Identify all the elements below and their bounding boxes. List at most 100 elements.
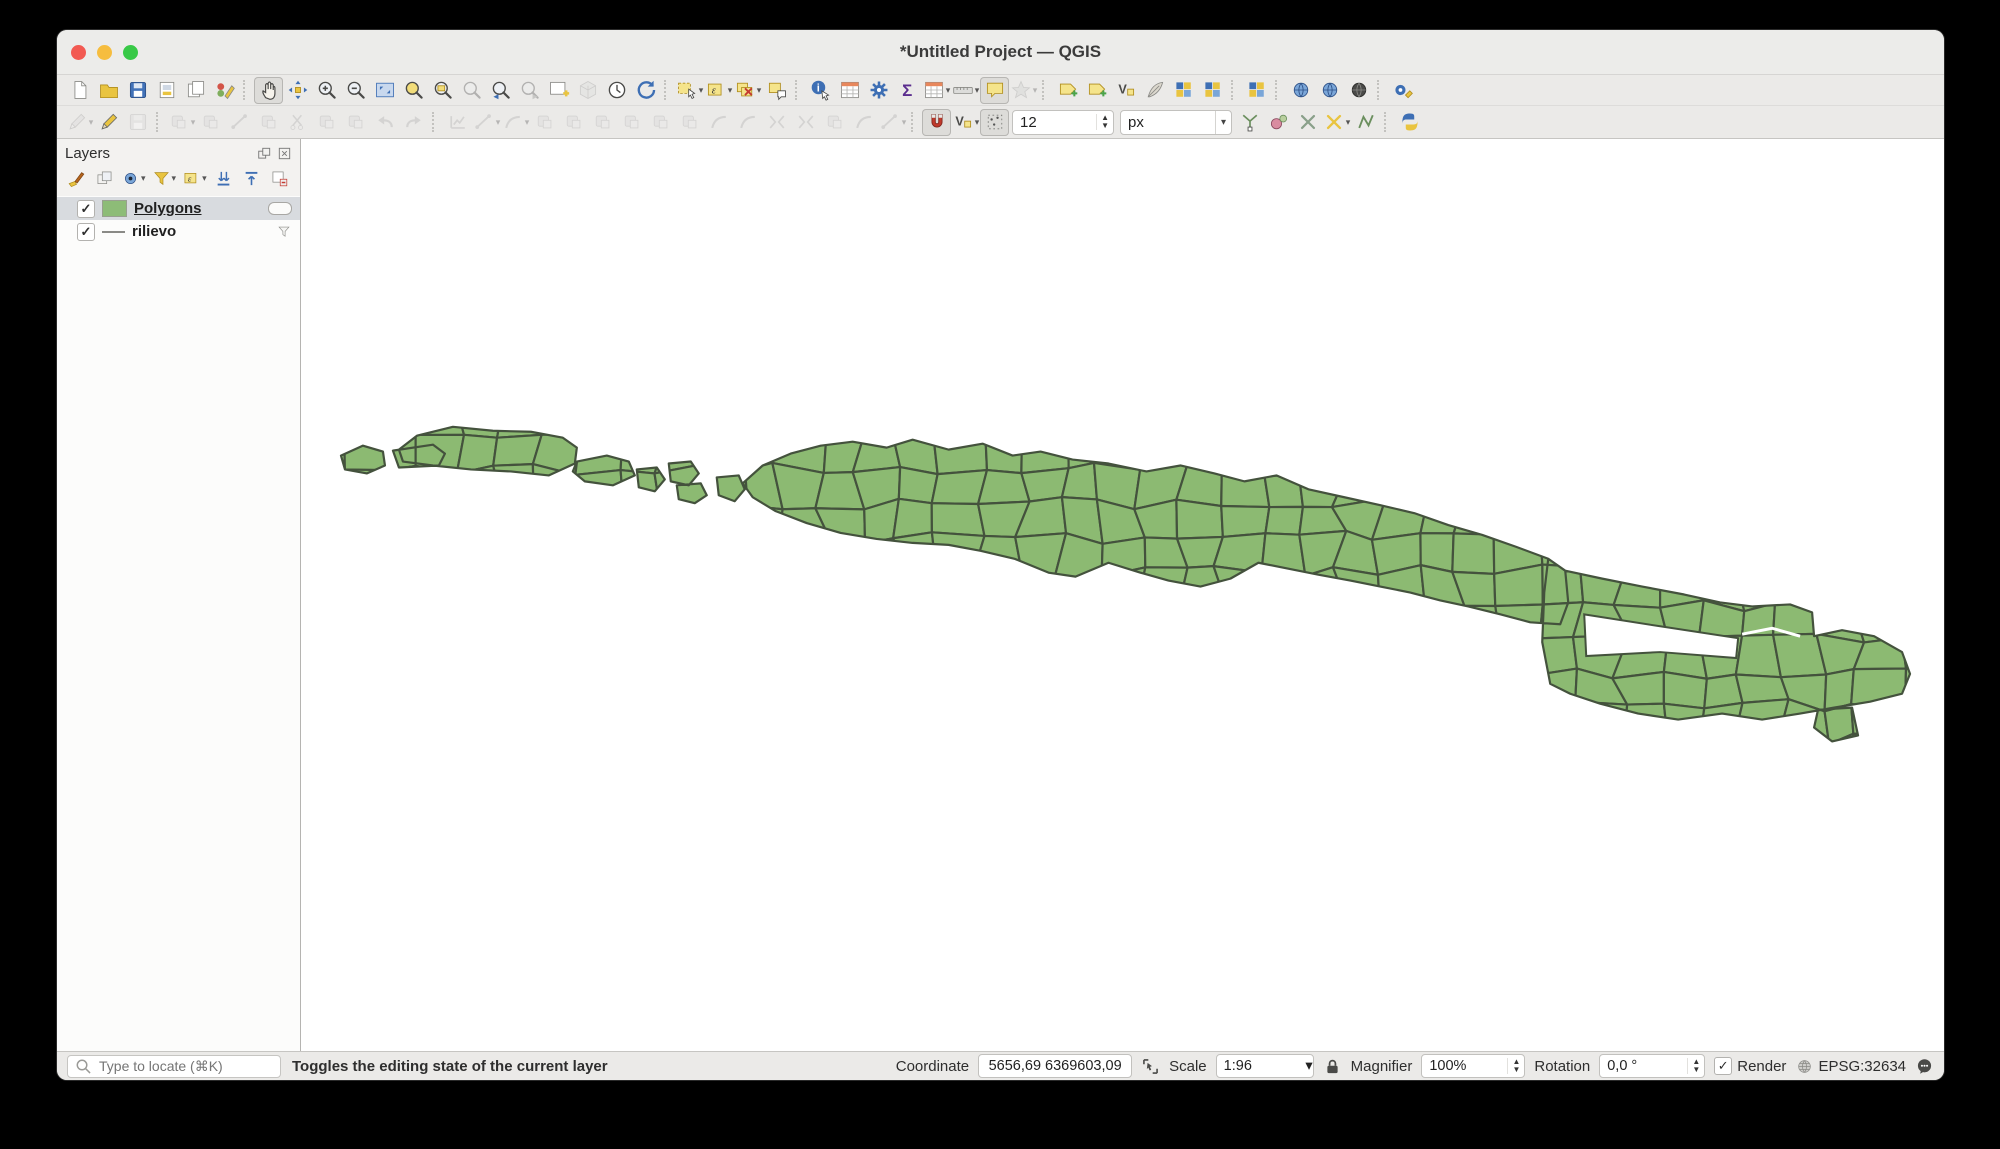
- manage-map-themes-button[interactable]: ▾: [121, 167, 146, 189]
- snap-on-intersection-button[interactable]: [980, 108, 1009, 136]
- show-layout-manager-button[interactable]: [181, 77, 210, 104]
- new-print-layout-button[interactable]: [152, 77, 181, 104]
- dropdown-arrow-icon[interactable]: ▾: [902, 117, 907, 128]
- new-project-button[interactable]: [65, 77, 94, 104]
- snapping-mode-dropdown[interactable]: V ▾: [951, 109, 980, 136]
- toggle-editing-button[interactable]: [94, 109, 123, 136]
- coordinate-input[interactable]: 5656,69 6369603,09: [978, 1054, 1133, 1078]
- dropdown-arrow-icon[interactable]: ▾: [191, 117, 196, 128]
- dropdown-arrow-icon[interactable]: ▾: [975, 85, 980, 96]
- web-service-button[interactable]: [1315, 77, 1344, 104]
- statistics-button[interactable]: Σ: [893, 77, 922, 104]
- pan-map-button[interactable]: [254, 76, 283, 104]
- extents-icon[interactable]: [1141, 1057, 1160, 1076]
- options-button[interactable]: [864, 77, 893, 104]
- dropdown-arrow-icon[interactable]: ▾: [202, 173, 207, 184]
- dropdown-arrow-icon[interactable]: ▾: [1033, 85, 1038, 96]
- collapse-all-button[interactable]: [241, 167, 263, 189]
- zoom-to-layer-button[interactable]: [428, 77, 457, 104]
- processing-toolbox-button[interactable]: [1388, 77, 1417, 104]
- move-label-button[interactable]: V: [1111, 77, 1140, 104]
- magnifier-stepper[interactable]: ▲ ▼: [1507, 1058, 1524, 1074]
- locator-search[interactable]: [67, 1054, 281, 1078]
- map-canvas[interactable]: [301, 139, 1944, 1051]
- vertex-tool-button[interactable]: [1235, 109, 1264, 136]
- filter-indicator-icon[interactable]: [276, 224, 292, 240]
- dropdown-arrow-icon[interactable]: ▾: [728, 85, 733, 96]
- spin-stepper[interactable]: ▲ ▼: [1096, 114, 1113, 130]
- dropdown-arrow-icon[interactable]: ▾: [757, 85, 762, 96]
- dropdown-arrow-icon[interactable]: ▾: [496, 117, 501, 128]
- delete-vertex-button[interactable]: [1293, 109, 1322, 136]
- vertex-tool-current-layer-button[interactable]: ▾: [1322, 109, 1351, 136]
- select-features-button[interactable]: ▾: [675, 77, 704, 104]
- attribute-table-dropdown[interactable]: ▾: [922, 77, 951, 104]
- new-labels-button[interactable]: [1053, 77, 1082, 104]
- measure-button[interactable]: ▾: [951, 77, 980, 104]
- zoom-last-button[interactable]: [486, 77, 515, 104]
- add-group-button[interactable]: [93, 167, 115, 189]
- scale-dropdown-arrow[interactable]: ▾: [1305, 1058, 1312, 1074]
- close-window-button[interactable]: [71, 45, 86, 60]
- rotation-stepper[interactable]: ▲ ▼: [1687, 1058, 1704, 1074]
- close-panel-icon[interactable]: [277, 146, 292, 161]
- filter-by-expression-button[interactable]: ε ▾: [182, 167, 207, 189]
- dropdown-arrow-icon[interactable]: ▾: [1346, 117, 1351, 128]
- dropdown-arrow-icon[interactable]: ▾: [975, 117, 980, 128]
- dropdown-arrow-icon[interactable]: ▾: [699, 85, 704, 96]
- save-project-button[interactable]: [123, 77, 152, 104]
- layer-row-rilievo[interactable]: ✓ rilievo: [57, 220, 300, 243]
- float-panel-icon[interactable]: [257, 146, 272, 161]
- open-project-button[interactable]: [94, 77, 123, 104]
- deselect-features-button[interactable]: ▾: [733, 77, 762, 104]
- open-attribute-table-button[interactable]: [835, 77, 864, 104]
- style-manager-button[interactable]: [210, 77, 239, 104]
- layer-styling-button[interactable]: [65, 167, 87, 189]
- dropdown-arrow-icon[interactable]: ▾: [525, 117, 530, 128]
- scale-combobox[interactable]: 1:96 ▾: [1215, 1054, 1314, 1078]
- filter-legend-button[interactable]: ▾: [152, 167, 177, 189]
- layer-visibility-checkbox[interactable]: ✓: [77, 199, 95, 218]
- zoom-to-selection-button[interactable]: [399, 77, 428, 104]
- temporal-controller-button[interactable]: [602, 77, 631, 104]
- rotate-label-button[interactable]: [1140, 77, 1169, 104]
- zoom-in-button[interactable]: [312, 77, 341, 104]
- select-by-form-button[interactable]: [762, 77, 791, 104]
- diagram-options-button[interactable]: [1242, 77, 1271, 104]
- refresh-map-button[interactable]: [631, 77, 660, 104]
- tracing-button[interactable]: [1351, 109, 1380, 136]
- locator-input[interactable]: [97, 1057, 274, 1075]
- layer-labeling-options-button[interactable]: [1198, 77, 1227, 104]
- configure-labels-button[interactable]: [1082, 77, 1111, 104]
- crs-status-button[interactable]: EPSG:32634: [1795, 1057, 1906, 1076]
- layer-row-polygons[interactable]: ✓ Polygons: [57, 197, 300, 220]
- identify-features-button[interactable]: i: [806, 77, 835, 104]
- messages-icon[interactable]: [1915, 1057, 1934, 1076]
- expand-all-button[interactable]: [213, 167, 235, 189]
- lock-scale-icon[interactable]: [1323, 1057, 1342, 1076]
- select-by-expression-button[interactable]: ε ▾: [704, 77, 733, 104]
- magnifier-spinbox[interactable]: 100% ▲ ▼: [1421, 1054, 1526, 1078]
- dropdown-arrow-icon[interactable]: ▾: [946, 85, 951, 96]
- snapping-tolerance-spinbox[interactable]: 12 ▲ ▼: [1012, 109, 1114, 135]
- rotation-spinbox[interactable]: 0,0 ° ▲ ▼: [1599, 1054, 1706, 1078]
- zoom-out-button[interactable]: [341, 77, 370, 104]
- python-console-button[interactable]: [1395, 109, 1424, 136]
- zoom-full-button[interactable]: [370, 77, 399, 104]
- pan-to-selection-button[interactable]: [283, 77, 312, 104]
- snapping-unit-combo[interactable]: px ▾: [1120, 109, 1232, 135]
- enable-snapping-button[interactable]: [922, 108, 951, 136]
- remove-layer-button[interactable]: [269, 167, 291, 189]
- render-checkbox[interactable]: ✓: [1714, 1057, 1733, 1075]
- dropdown-arrow-icon[interactable]: ▾: [141, 173, 146, 184]
- change-label-button[interactable]: [1169, 77, 1198, 104]
- dropdown-arrow-icon[interactable]: ▾: [89, 117, 94, 128]
- layer-visibility-checkbox[interactable]: ✓: [77, 222, 95, 241]
- edit-indicator-badge[interactable]: [268, 202, 292, 215]
- dropdown-arrow-icon[interactable]: ▾: [172, 173, 177, 184]
- map-tips-button[interactable]: [980, 76, 1009, 104]
- vertex-editor-button[interactable]: [1264, 109, 1293, 136]
- combo-dropdown-arrow[interactable]: ▾: [1214, 110, 1231, 134]
- qgis-hub-button[interactable]: [1344, 77, 1373, 104]
- zoom-window-button[interactable]: [123, 45, 138, 60]
